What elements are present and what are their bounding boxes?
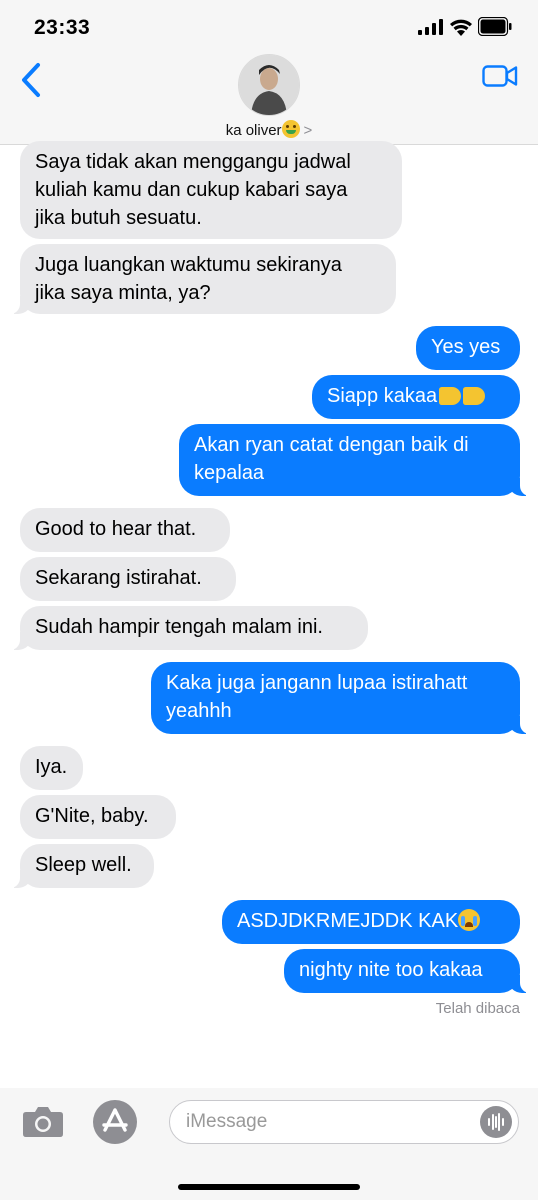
status-time: 23:33 <box>34 16 91 39</box>
message-text: Yes yes <box>431 336 501 358</box>
message-line: kepalaa <box>194 462 265 484</box>
message-line: Saya tidak akan menggangu jadwal <box>35 151 351 173</box>
facetime-video-icon[interactable] <box>482 64 518 88</box>
message-line: Juga luangkan waktumu sekiranya <box>35 254 342 276</box>
message-bubble-incoming[interactable]: Juga luangkan waktumu sekiranya jika say… <box>8 244 396 314</box>
input-placeholder: iMessage <box>186 1111 268 1132</box>
message-line: yeahhh <box>166 700 232 722</box>
message-bubble-outgoing[interactable]: Siapp kakaa <box>312 375 520 419</box>
message-line: jika butuh sesuatu. <box>35 207 202 229</box>
pointing-hand-emoji-icon <box>463 387 486 405</box>
app-store-icon[interactable] <box>93 1100 137 1144</box>
audio-message-button[interactable] <box>480 1106 512 1138</box>
message-bubble-outgoing[interactable]: Akan ryan catat dengan baik di kepalaa <box>179 424 532 496</box>
waveform-icon <box>488 1113 504 1131</box>
message-text: ASDJDKRMEJDDK KAK <box>237 910 459 932</box>
message-line: jika saya minta, ya? <box>35 282 211 304</box>
message-bubble-incoming[interactable]: Sleep well. <box>8 844 154 888</box>
back-chevron-icon[interactable] <box>18 62 48 98</box>
pointing-hand-emoji-icon <box>439 387 462 405</box>
wifi-icon <box>450 19 472 36</box>
contact-name: ka oliver <box>225 122 282 139</box>
message-bubble-incoming[interactable]: Good to hear that. <box>20 508 230 552</box>
message-bubble-incoming[interactable]: Sekarang istirahat. <box>20 557 236 601</box>
chevron-right-icon: > <box>303 122 313 139</box>
message-text: Good to hear that. <box>35 518 197 540</box>
message-bubble-outgoing[interactable]: Yes yes <box>416 326 520 370</box>
message-bubble-outgoing[interactable]: ASDJDKRMEJDDK KAK <box>222 900 520 944</box>
message-bubble-outgoing[interactable]: nighty nite too kakaa <box>284 949 532 993</box>
imessage-input[interactable]: iMessage <box>169 1100 519 1144</box>
message-line: Kaka juga jangann lupaa istirahatt <box>166 672 468 694</box>
battery-icon <box>478 17 512 36</box>
camera-icon[interactable] <box>22 1104 64 1138</box>
home-indicator[interactable] <box>178 1184 360 1190</box>
message-text: G'Nite, baby. <box>35 805 149 827</box>
conversation-header: ka oliver > <box>0 52 538 145</box>
message-bubble-incoming[interactable]: G'Nite, baby. <box>20 795 176 839</box>
contact-name-row[interactable]: ka oliver > <box>0 120 538 139</box>
message-line: Akan ryan catat dengan baik di <box>194 434 469 456</box>
message-bubble-incoming[interactable]: Iya. <box>20 746 83 790</box>
cellular-signal-icon <box>418 19 443 35</box>
contact-photo <box>239 55 299 115</box>
message-bubble-incoming[interactable]: Sudah hampir tengah malam ini. <box>8 606 368 650</box>
message-text: Sudah hampir tengah malam ini. <box>35 616 323 638</box>
contact-avatar[interactable] <box>238 54 300 116</box>
message-text: Sleep well. <box>35 854 132 876</box>
message-text: nighty nite too kakaa <box>299 959 483 981</box>
message-bubble-incoming[interactable]: Saya tidak akan menggangu jadwal kuliah … <box>20 141 402 239</box>
status-bar: 23:33 <box>0 0 538 52</box>
message-text: Siapp kakaa <box>327 385 438 407</box>
message-text: Iya. <box>35 756 68 778</box>
money-mouth-emoji-icon <box>281 120 300 138</box>
message-text: Sekarang istirahat. <box>35 567 202 589</box>
app-store-glyph-icon <box>102 1108 128 1132</box>
read-receipt: Telah dibaca <box>435 1000 520 1017</box>
crying-face-emoji-icon <box>458 909 481 931</box>
message-line: kuliah kamu dan cukup kabari saya <box>35 179 348 201</box>
message-bubble-outgoing[interactable]: Kaka juga jangann lupaa istirahatt yeahh… <box>151 662 532 734</box>
